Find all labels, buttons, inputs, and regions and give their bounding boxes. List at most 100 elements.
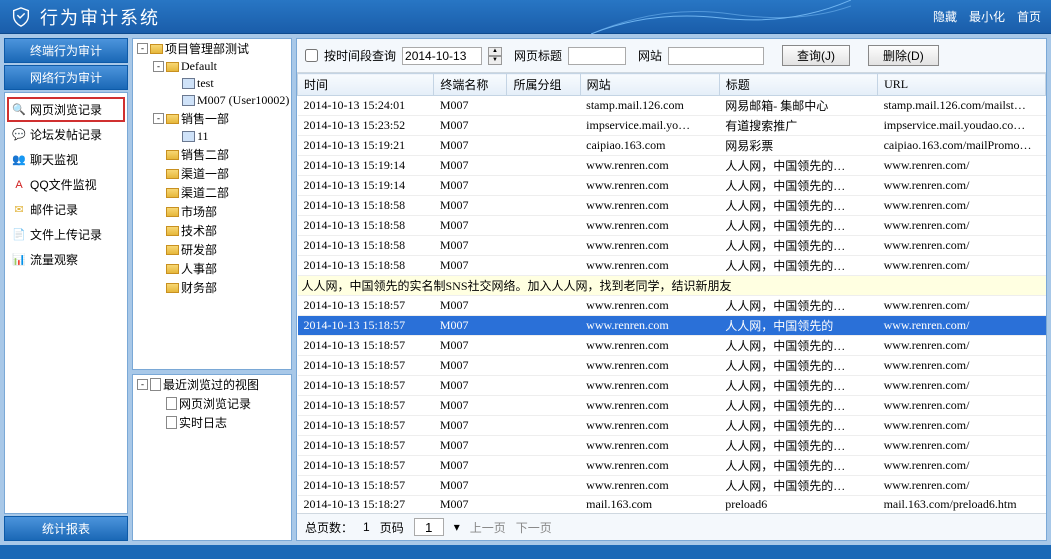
- table-cell: M007: [434, 416, 507, 436]
- table-row[interactable]: 2014-10-13 15:19:14M007www.renren.com人人网…: [298, 176, 1046, 196]
- table-row[interactable]: 2014-10-13 15:18:58M007www.renren.com人人网…: [298, 216, 1046, 236]
- table-cell: www.renren.com: [580, 436, 719, 456]
- tree-node[interactable]: 渠道二部: [133, 183, 291, 202]
- nav-item[interactable]: 💬论坛发帖记录: [7, 122, 125, 147]
- tree-node[interactable]: 市场部: [133, 202, 291, 221]
- tree-node[interactable]: M007 (User10002): [133, 92, 291, 109]
- tree-node[interactable]: 渠道一部: [133, 164, 291, 183]
- table-row[interactable]: 2014-10-13 15:18:57M007www.renren.com人人网…: [298, 376, 1046, 396]
- delete-button[interactable]: 删除(D): [868, 45, 939, 66]
- table-cell: www.renren.com/: [878, 336, 1046, 356]
- table-cell: 人人网，中国领先的…: [719, 296, 877, 316]
- date-spinner[interactable]: ▲▼: [488, 47, 502, 65]
- tree-toggle-icon[interactable]: -: [153, 113, 164, 124]
- date-input[interactable]: [402, 47, 482, 65]
- tree-node[interactable]: 11: [133, 128, 291, 145]
- table-cell: www.renren.com: [580, 336, 719, 356]
- table-row[interactable]: 2014-10-13 15:18:58M007www.renren.com人人网…: [298, 256, 1046, 276]
- grid-scroll[interactable]: 时间终端名称所属分组网站标题URL 2014-10-13 15:24:01M00…: [297, 73, 1046, 513]
- table-row[interactable]: 2014-10-13 15:24:01M007stamp.mail.126.co…: [298, 96, 1046, 116]
- tab-terminal-audit[interactable]: 终端行为审计: [4, 38, 128, 63]
- table-row[interactable]: 2014-10-13 15:18:58M007www.renren.com人人网…: [298, 196, 1046, 216]
- home-button[interactable]: 首页: [1017, 8, 1041, 25]
- table-cell: [507, 216, 580, 236]
- minimize-button[interactable]: 最小化: [969, 8, 1005, 25]
- tree-node[interactable]: 财务部: [133, 278, 291, 297]
- column-header[interactable]: 所属分组: [507, 74, 580, 96]
- table-cell: 2014-10-13 15:19:14: [298, 156, 434, 176]
- table-cell: stamp.mail.126.com/mailst…: [878, 96, 1046, 116]
- column-header[interactable]: URL: [878, 74, 1046, 96]
- table-row[interactable]: 2014-10-13 15:18:57M007www.renren.com人人网…: [298, 356, 1046, 376]
- folder-icon: [166, 62, 179, 72]
- table-row[interactable]: 2014-10-13 15:18:57M007www.renren.com人人网…: [298, 316, 1046, 336]
- table-row[interactable]: 2014-10-13 15:18:57M007www.renren.com人人网…: [298, 416, 1046, 436]
- tree-node[interactable]: 技术部: [133, 221, 291, 240]
- tree-node[interactable]: 实时日志: [133, 413, 291, 432]
- table-cell: www.renren.com: [580, 216, 719, 236]
- table-row[interactable]: 2014-10-13 15:19:14M007www.renren.com人人网…: [298, 156, 1046, 176]
- org-tree[interactable]: -项目管理部测试-DefaulttestM007 (User10002)-销售一…: [132, 38, 292, 370]
- column-header[interactable]: 时间: [298, 74, 434, 96]
- title-input[interactable]: [568, 47, 626, 65]
- table-cell: impservice.mail.yo…: [580, 116, 719, 136]
- table-row[interactable]: 2014-10-13 15:18:57M007www.renren.com人人网…: [298, 456, 1046, 476]
- table-cell: 有道搜索推广: [719, 116, 877, 136]
- left-sidebar: 终端行为审计 网络行为审计 🔍网页浏览记录💬论坛发帖记录👥聊天监视AQQ文件监视…: [4, 38, 128, 541]
- tree-node[interactable]: 研发部: [133, 240, 291, 259]
- nav-item-icon: 💬: [12, 128, 26, 142]
- table-cell: M007: [434, 196, 507, 216]
- app-title: 行为审计系统: [40, 4, 933, 30]
- tree-node[interactable]: -销售一部: [133, 109, 291, 128]
- table-row[interactable]: 2014-10-13 15:23:52M007impservice.mail.y…: [298, 116, 1046, 136]
- page-dropdown-icon[interactable]: ▾: [454, 520, 460, 534]
- header-actions: 隐藏 最小化 首页: [933, 8, 1041, 25]
- table-row[interactable]: 2014-10-13 15:18:57M007www.renren.com人人网…: [298, 396, 1046, 416]
- table-cell: 2014-10-13 15:18:57: [298, 396, 434, 416]
- folder-icon: [166, 150, 179, 160]
- nav-item[interactable]: 📄文件上传记录: [7, 222, 125, 247]
- table-row[interactable]: 2014-10-13 15:18:57M007www.renren.com人人网…: [298, 296, 1046, 316]
- table-cell: 2014-10-13 15:18:57: [298, 416, 434, 436]
- site-input[interactable]: [668, 47, 764, 65]
- query-button[interactable]: 查询(J): [782, 45, 850, 66]
- tree-node-label: test: [197, 76, 214, 91]
- table-cell: 2014-10-13 15:18:57: [298, 456, 434, 476]
- table-row[interactable]: 2014-10-13 15:18:57M007www.renren.com人人网…: [298, 336, 1046, 356]
- table-cell: 人人网，中国领先的…: [719, 256, 877, 276]
- table-row[interactable]: 2014-10-13 15:19:21M007caipiao.163.com网易…: [298, 136, 1046, 156]
- column-header[interactable]: 网站: [580, 74, 719, 96]
- tree-node[interactable]: -最近浏览过的视图: [133, 375, 291, 394]
- tree-node[interactable]: 人事部: [133, 259, 291, 278]
- table-cell: 2014-10-13 15:18:57: [298, 336, 434, 356]
- column-header[interactable]: 标题: [719, 74, 877, 96]
- tree-node[interactable]: 销售二部: [133, 145, 291, 164]
- tree-toggle-icon[interactable]: -: [137, 379, 148, 390]
- tree-node[interactable]: 网页浏览记录: [133, 394, 291, 413]
- nav-item[interactable]: 🔍网页浏览记录: [7, 97, 125, 122]
- tab-statistics[interactable]: 统计报表: [4, 516, 128, 541]
- next-page[interactable]: 下一页: [516, 519, 552, 536]
- time-filter-checkbox[interactable]: [305, 49, 318, 62]
- table-row[interactable]: 2014-10-13 15:18:27M007mail.163.comprelo…: [298, 496, 1046, 514]
- table-row[interactable]: 2014-10-13 15:18:57M007www.renren.com人人网…: [298, 436, 1046, 456]
- column-header[interactable]: 终端名称: [434, 74, 507, 96]
- tab-network-audit[interactable]: 网络行为审计: [4, 65, 128, 90]
- nav-item[interactable]: 📊流量观察: [7, 247, 125, 272]
- tree-toggle-icon[interactable]: -: [153, 61, 164, 72]
- prev-page[interactable]: 上一页: [470, 519, 506, 536]
- tree-node[interactable]: -Default: [133, 58, 291, 75]
- recent-views-tree[interactable]: -最近浏览过的视图网页浏览记录实时日志: [132, 374, 292, 541]
- tree-toggle-icon[interactable]: -: [137, 43, 148, 54]
- table-row[interactable]: 2014-10-13 15:18:57M007www.renren.com人人网…: [298, 476, 1046, 496]
- tree-node[interactable]: -项目管理部测试: [133, 39, 291, 58]
- table-row[interactable]: 2014-10-13 15:18:58M007www.renren.com人人网…: [298, 236, 1046, 256]
- page-input[interactable]: [414, 518, 444, 536]
- table-cell: 2014-10-13 15:23:52: [298, 116, 434, 136]
- table-cell: M007: [434, 496, 507, 514]
- nav-item[interactable]: 👥聊天监视: [7, 147, 125, 172]
- nav-item[interactable]: AQQ文件监视: [7, 172, 125, 197]
- hide-button[interactable]: 隐藏: [933, 8, 957, 25]
- nav-item[interactable]: ✉邮件记录: [7, 197, 125, 222]
- tree-node[interactable]: test: [133, 75, 291, 92]
